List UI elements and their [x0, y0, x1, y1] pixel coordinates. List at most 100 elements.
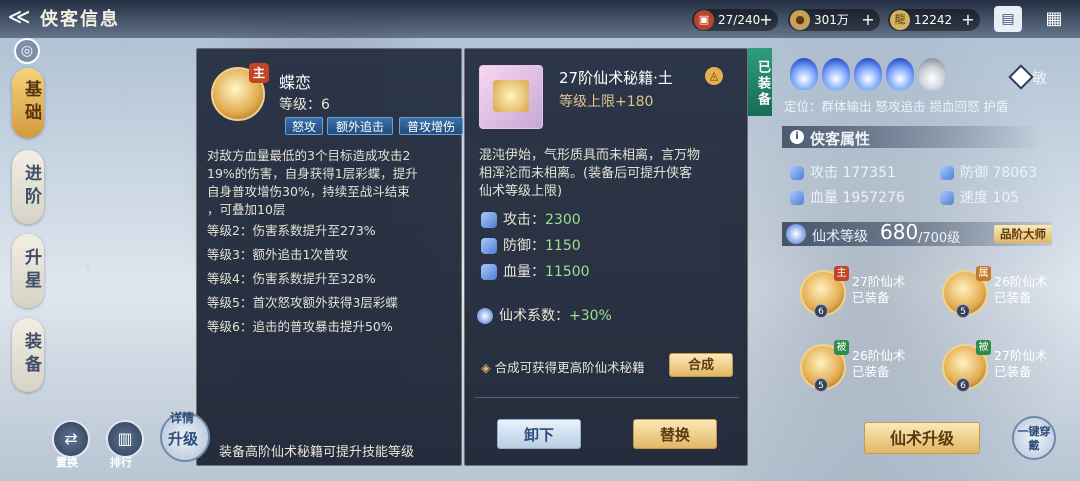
spell-slot[interactable]: 被 5 26阶仙术 已装备	[800, 340, 920, 394]
book-level-cap: 等级上限+180	[559, 94, 654, 110]
chat-icon[interactable]: ▤	[994, 6, 1022, 32]
stat-label: 血量：	[503, 264, 545, 280]
detail-label[interactable]: 详情	[170, 409, 194, 426]
spirit-flame-empty-icon	[918, 58, 946, 90]
book-desc-line: 仙术等级上限)	[479, 184, 563, 199]
back-arrow-icon[interactable]: ≪	[4, 4, 34, 32]
grade-badge: 品阶大师	[994, 225, 1052, 243]
coef-label: 仙术系数：	[499, 308, 569, 324]
upgrade-label: 升级	[168, 430, 199, 448]
chevron-left-icon[interactable]: ‹	[84, 254, 92, 278]
sword-icon	[481, 212, 497, 228]
book-name: 27阶仙术秘籍·土	[559, 69, 673, 87]
slot-badge: 属	[976, 266, 991, 281]
spirit-flame-icon	[854, 58, 882, 90]
skill-desc-line: 对敌方血量最低的3个目标造成攻击2	[207, 148, 411, 163]
spirit-flame-icon	[822, 58, 850, 90]
swirl-icon[interactable]: ◎	[14, 38, 40, 64]
slot-badge: 被	[834, 340, 849, 355]
secret-book-icon	[479, 65, 543, 129]
slot-name: 26阶仙术	[994, 274, 1048, 289]
book-coefficient: 仙术系数：+30%	[477, 305, 612, 325]
spirit-flame-icon	[790, 58, 818, 90]
book-desc-line: 混沌伊始，气形质具而未相离，言万物	[479, 148, 701, 163]
slot-badge: 主	[834, 266, 849, 281]
spell-level-label: 仙术等级	[812, 229, 868, 245]
skill-level: 等级：6	[279, 97, 330, 113]
page-title: 侠客信息	[40, 9, 120, 30]
skill-main-badge: 主	[249, 63, 269, 83]
sword-icon	[790, 166, 804, 180]
tag-rage-attack: 怒攻	[285, 117, 323, 135]
slot-badge: 被	[976, 340, 991, 355]
stat-label: 攻击：	[503, 212, 545, 228]
slot-level: 5	[814, 378, 828, 392]
resource-chest-value: 27/240	[718, 13, 761, 27]
secret-book-panel: 27阶仙术秘籍·土 ◬ 等级上限+180 混沌伊始，气形质具而未相离，言万物 相…	[464, 48, 748, 466]
add-coin-button[interactable]: +	[860, 12, 876, 28]
stat-value: 1150	[545, 238, 581, 254]
compose-button[interactable]: 合成	[669, 353, 733, 377]
slot-name: 27阶仙术	[852, 274, 906, 289]
skill-level-item: 等级3：额外追击1次普攻	[207, 247, 348, 262]
slot-name: 26阶仙术	[852, 348, 906, 363]
dragon-token-icon: 龍	[890, 10, 910, 30]
add-chest-button[interactable]: +	[758, 12, 774, 28]
unequip-button[interactable]: 卸下	[497, 419, 581, 449]
spell-flame-icon	[786, 224, 806, 244]
diamond-icon: ◈	[481, 360, 495, 375]
rank-icon[interactable]: ▥	[106, 420, 144, 458]
skill-level-item: 等级6：追击的普攻暴击提升50%	[207, 319, 393, 334]
attr-value: 105	[992, 190, 1020, 206]
add-dragon-button[interactable]: +	[960, 12, 976, 28]
skill-name: 蝶恋	[279, 73, 312, 92]
spell-slot[interactable]: 主 6 27阶仙术 已装备	[800, 266, 920, 320]
tag-extra-chase: 额外追击	[327, 117, 393, 135]
attr-speed: 速度 105	[940, 187, 1019, 207]
resource-chest: ▣ 27/240 +	[692, 9, 778, 31]
attr-label: 速度	[960, 190, 988, 206]
resource-coin-value: 301万	[814, 13, 849, 27]
spirit-flame-icon	[886, 58, 914, 90]
replace-button[interactable]: 替换	[633, 419, 717, 449]
speed-icon	[940, 191, 954, 205]
compose-hint: ◈ 合成可获得更高阶仙术秘籍	[481, 357, 645, 376]
tab-star[interactable]: 升星	[12, 234, 44, 308]
spell-slot[interactable]: 被 6 27阶仙术 已装备	[942, 340, 1062, 394]
spell-slot[interactable]: 属 5 26阶仙术 已装备	[942, 266, 1062, 320]
shield-icon	[481, 238, 497, 254]
equipped-ribbon: 已装备	[748, 48, 772, 116]
attr-label: 血量	[810, 190, 838, 206]
tab-advance[interactable]: 进阶	[12, 150, 44, 224]
tab-equip[interactable]: 装备	[12, 318, 44, 392]
info-icon[interactable]: i	[790, 130, 804, 144]
spell-upgrade-button[interactable]: 仙术升级	[864, 422, 980, 454]
skill-level-item: 等级4：伤害系数提升至328%	[207, 271, 376, 286]
heart-icon	[790, 191, 804, 205]
stat-value: 11500	[545, 264, 590, 280]
one-key-equip-button[interactable]: 一键穿戴	[1012, 416, 1056, 460]
attr-attack: 攻击 177351	[790, 162, 896, 182]
attr-defense: 防御 78063	[940, 162, 1037, 182]
shield-icon	[940, 166, 954, 180]
attr-title: 侠客属性	[810, 130, 871, 148]
skill-level-item: 等级5：首次怒攻额外获得3层彩蝶	[207, 295, 398, 310]
slot-state: 已装备	[994, 290, 1032, 305]
menu-grid-icon[interactable]: ▦	[1040, 6, 1068, 32]
stat-value: 2300	[545, 212, 581, 228]
slot-level: 6	[814, 304, 828, 318]
book-desc-line: 相浑沦而未相离。(装备后可提升侠客	[479, 166, 693, 181]
attr-value: 78063	[992, 165, 1037, 181]
coin-icon: ●	[790, 10, 810, 30]
coef-value: +30%	[569, 308, 612, 324]
book-stat-hp: 血量：11500	[481, 261, 590, 281]
swap-icon[interactable]: ⇄	[52, 420, 90, 458]
tab-basic[interactable]: 基础	[12, 68, 44, 138]
slot-level: 5	[956, 304, 970, 318]
skill-desc-line: 19%的伤害，自身获得1层彩蝶，提升	[207, 166, 418, 181]
book-stat-defense: 防御：1150	[481, 235, 581, 255]
earth-element-icon: ◬	[705, 67, 723, 85]
skill-desc-line: ，可叠加10层	[207, 202, 286, 217]
attr-label: 防御	[960, 165, 988, 181]
spell-level-value: 680	[880, 220, 919, 244]
